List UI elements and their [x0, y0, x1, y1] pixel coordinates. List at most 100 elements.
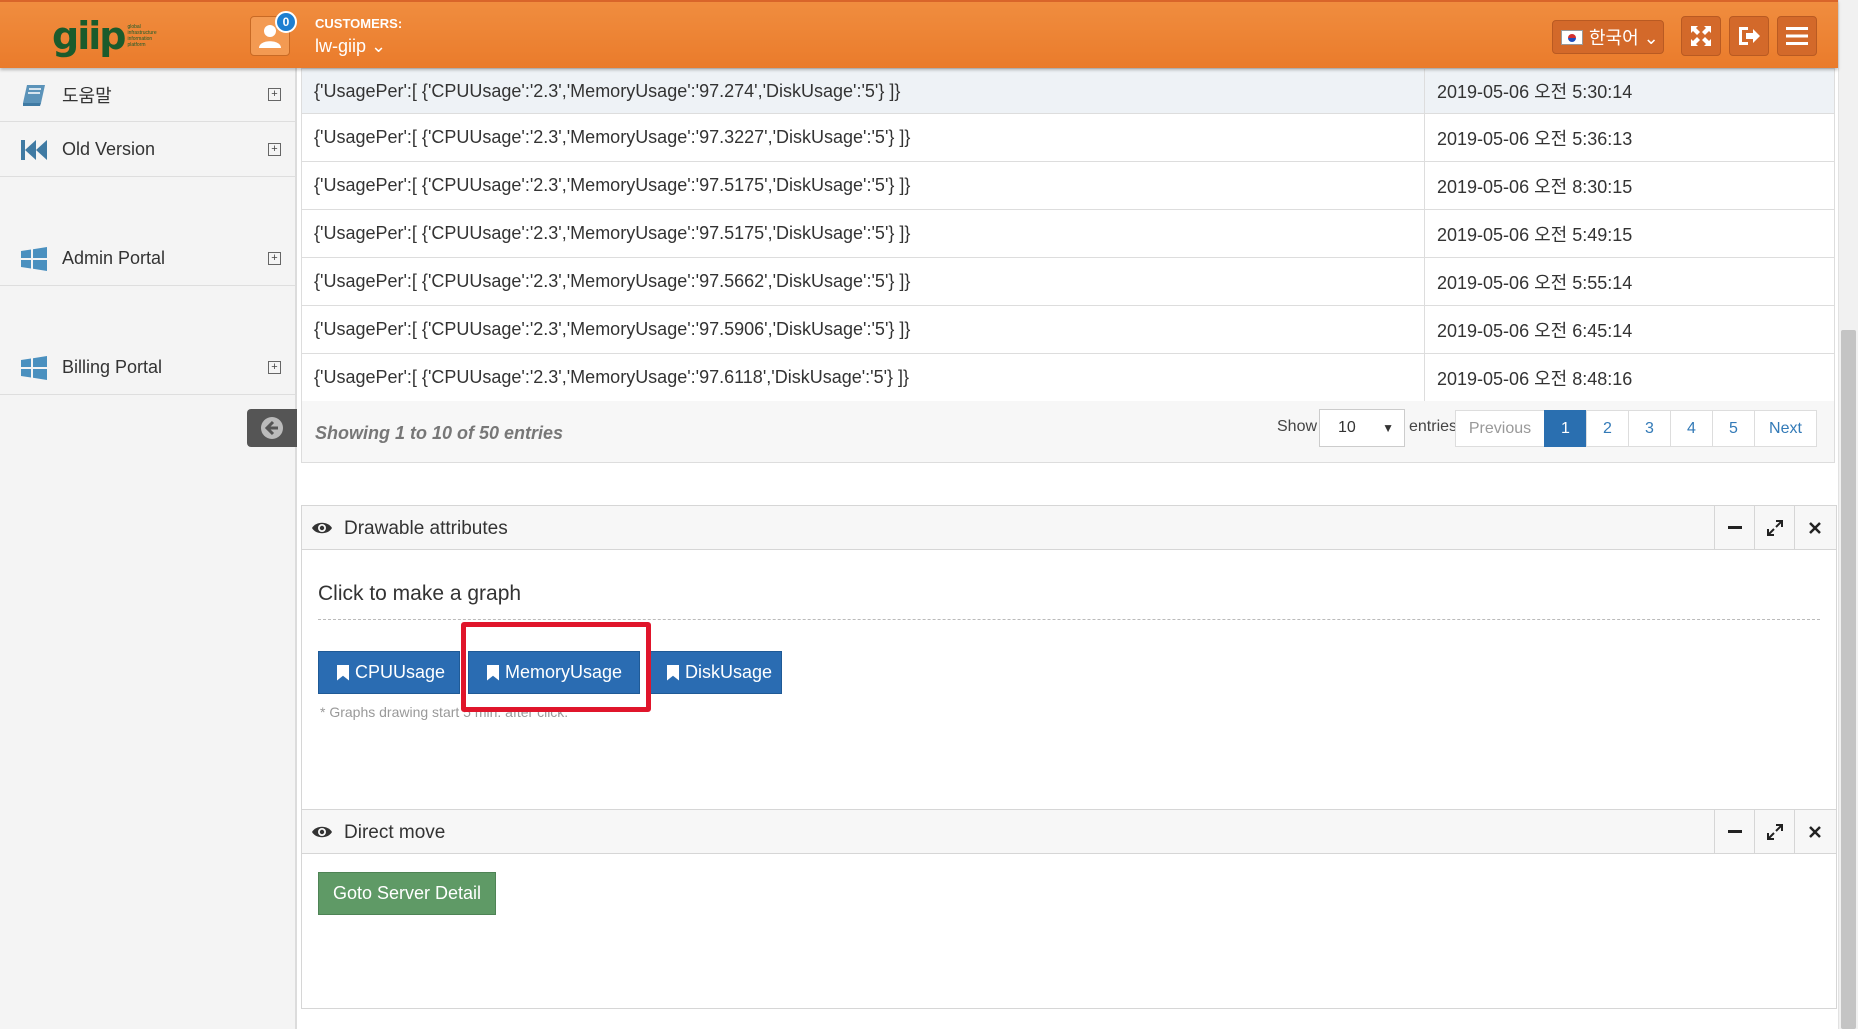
panel-minimize-button[interactable]	[1714, 506, 1754, 550]
expand-icon[interactable]: +	[268, 143, 281, 156]
entries-label: entries	[1409, 418, 1458, 435]
caret-down-icon: ▼	[1382, 421, 1394, 435]
sidebar-item-label: 도움말	[62, 85, 112, 106]
time-cell: 2019-05-06 오전 5:55:14	[1424, 257, 1835, 306]
highlight-annotation	[461, 622, 651, 712]
cpu-usage-button[interactable]: CPUUsage	[318, 651, 460, 694]
panel-fullscreen-button[interactable]	[1754, 810, 1794, 854]
menu-button[interactable]	[1777, 16, 1817, 56]
time-cell: 2019-05-06 오전 8:30:15	[1424, 161, 1835, 210]
user-notifications-button[interactable]: 0	[250, 11, 297, 56]
hamburger-menu-icon	[1786, 27, 1808, 45]
logo-subtext: global infrastructure information platfo…	[127, 24, 157, 48]
expand-icon[interactable]: +	[268, 252, 281, 265]
eye-icon	[312, 826, 332, 838]
panel-title: Direct move	[344, 822, 446, 843]
pagination-page-4[interactable]: 4	[1670, 410, 1713, 447]
logout-button[interactable]	[1729, 16, 1769, 56]
bookmark-icon	[337, 664, 349, 681]
sidebar-collapse-button[interactable]	[247, 409, 297, 447]
expand-arrows-icon	[1691, 26, 1711, 46]
sidebar-item-label: Old Version	[62, 139, 156, 159]
expand-icon	[1766, 520, 1783, 536]
sidebar-item-label: Admin Portal	[62, 248, 166, 268]
table-footer: Showing 1 to 10 of 50 entries Show 10 ▼ …	[301, 401, 1835, 463]
language-selector[interactable]: 한국어 ⌄	[1552, 20, 1664, 54]
panel-close-button[interactable]	[1794, 506, 1834, 550]
main-content: {'UsagePer':[ {'CPUUsage':'2.3','MemoryU…	[299, 68, 1838, 1029]
panel-header: Direct move	[302, 810, 1836, 854]
language-label: 한국어 ⌄	[1589, 28, 1659, 48]
pagination-previous[interactable]: Previous	[1455, 410, 1545, 447]
expand-icon[interactable]: +	[268, 88, 281, 101]
page-length-select[interactable]: 10 ▼	[1319, 409, 1405, 447]
panel-title: Drawable attributes	[344, 518, 508, 539]
pagination-next[interactable]: Next	[1754, 410, 1817, 447]
minus-icon	[1727, 830, 1742, 833]
sidebar-item-admin-portal[interactable]: Admin Portal +	[0, 232, 295, 286]
usage-cell: {'UsagePer':[ {'CPUUsage':'2.3','MemoryU…	[301, 113, 1425, 162]
button-label: CPUUsage	[355, 662, 446, 682]
show-label: Show	[1277, 418, 1318, 435]
giip-logo[interactable]: giip global infrastructure information p…	[52, 14, 162, 58]
direct-move-panel: Direct move Goto Server Detail	[301, 809, 1837, 1009]
arrow-circle-left-icon	[261, 417, 283, 439]
dashed-divider	[318, 619, 1820, 620]
sidebar-item-old-version[interactable]: Old Version +	[0, 123, 295, 177]
pagination-page-1[interactable]: 1	[1544, 410, 1587, 447]
panel-minimize-button[interactable]	[1714, 810, 1754, 854]
pagination-page-5[interactable]: 5	[1712, 410, 1755, 447]
page-scrollbar[interactable]	[1838, 0, 1858, 1029]
pagination: Previous 1 2 3 4 5 Next	[1455, 410, 1817, 447]
book-icon	[23, 85, 45, 106]
korea-flag-icon	[1561, 29, 1583, 45]
table-row[interactable]: {'UsagePer':[ {'CPUUsage':'2.3','MemoryU…	[301, 113, 1835, 162]
fullscreen-button[interactable]	[1681, 16, 1721, 56]
logo-text: giip	[52, 14, 126, 58]
table-row[interactable]: {'UsagePer':[ {'CPUUsage':'2.3','MemoryU…	[301, 257, 1835, 306]
sign-out-icon	[1739, 27, 1760, 45]
windows-icon	[21, 356, 47, 380]
graph-heading: Click to make a graph	[318, 582, 522, 605]
usage-cell: {'UsagePer':[ {'CPUUsage':'2.3','MemoryU…	[301, 305, 1425, 354]
time-cell: 2019-05-06 오전 5:36:13	[1424, 113, 1835, 162]
customers-label: CUSTOMERS:	[315, 16, 403, 31]
sidebar: 도움말 + Old Version + Admin Portal + Billi…	[0, 68, 297, 1029]
customer-selector[interactable]: lw-giip ⌄	[315, 36, 386, 57]
bookmark-icon	[667, 664, 679, 681]
table-row[interactable]: {'UsagePer':[ {'CPUUsage':'2.3','MemoryU…	[301, 68, 1835, 114]
pagination-page-2[interactable]: 2	[1586, 410, 1629, 447]
expand-icon	[1766, 824, 1783, 840]
usage-cell: {'UsagePer':[ {'CPUUsage':'2.3','MemoryU…	[301, 209, 1425, 258]
top-header: giip global infrastructure information p…	[0, 0, 1838, 68]
close-icon	[1808, 522, 1821, 534]
table-row[interactable]: {'UsagePer':[ {'CPUUsage':'2.3','MemoryU…	[301, 353, 1835, 402]
fast-backward-icon	[21, 140, 47, 160]
notification-badge: 0	[275, 11, 297, 33]
time-cell: 2019-05-06 오전 6:45:14	[1424, 305, 1835, 354]
button-label: DiskUsage	[685, 662, 773, 682]
usage-cell: {'UsagePer':[ {'CPUUsage':'2.3','MemoryU…	[301, 68, 1425, 114]
close-icon	[1808, 826, 1821, 838]
usage-cell: {'UsagePer':[ {'CPUUsage':'2.3','MemoryU…	[301, 257, 1425, 306]
disk-usage-button[interactable]: DiskUsage	[648, 651, 782, 694]
table-row[interactable]: {'UsagePer':[ {'CPUUsage':'2.3','MemoryU…	[301, 305, 1835, 354]
time-cell: 2019-05-06 오전 5:30:14	[1424, 68, 1835, 114]
sidebar-item-label: Billing Portal	[62, 357, 163, 377]
sidebar-item-help[interactable]: 도움말 +	[0, 68, 295, 122]
panel-fullscreen-button[interactable]	[1754, 506, 1794, 550]
goto-server-detail-button[interactable]: Goto Server Detail	[318, 872, 496, 915]
table-row[interactable]: {'UsagePer':[ {'CPUUsage':'2.3','MemoryU…	[301, 161, 1835, 210]
page-length-value: 10	[1338, 419, 1356, 436]
expand-icon[interactable]: +	[268, 361, 281, 374]
windows-icon	[21, 247, 47, 271]
table-row[interactable]: {'UsagePer':[ {'CPUUsage':'2.3','MemoryU…	[301, 209, 1835, 258]
panel-header: Drawable attributes	[302, 506, 1836, 550]
panel-close-button[interactable]	[1794, 810, 1834, 854]
sidebar-item-billing-portal[interactable]: Billing Portal +	[0, 341, 295, 395]
minus-icon	[1727, 526, 1742, 529]
eye-icon	[312, 522, 332, 534]
scrollbar-thumb[interactable]	[1841, 330, 1856, 1029]
time-cell: 2019-05-06 오전 8:48:16	[1424, 353, 1835, 402]
pagination-page-3[interactable]: 3	[1628, 410, 1671, 447]
